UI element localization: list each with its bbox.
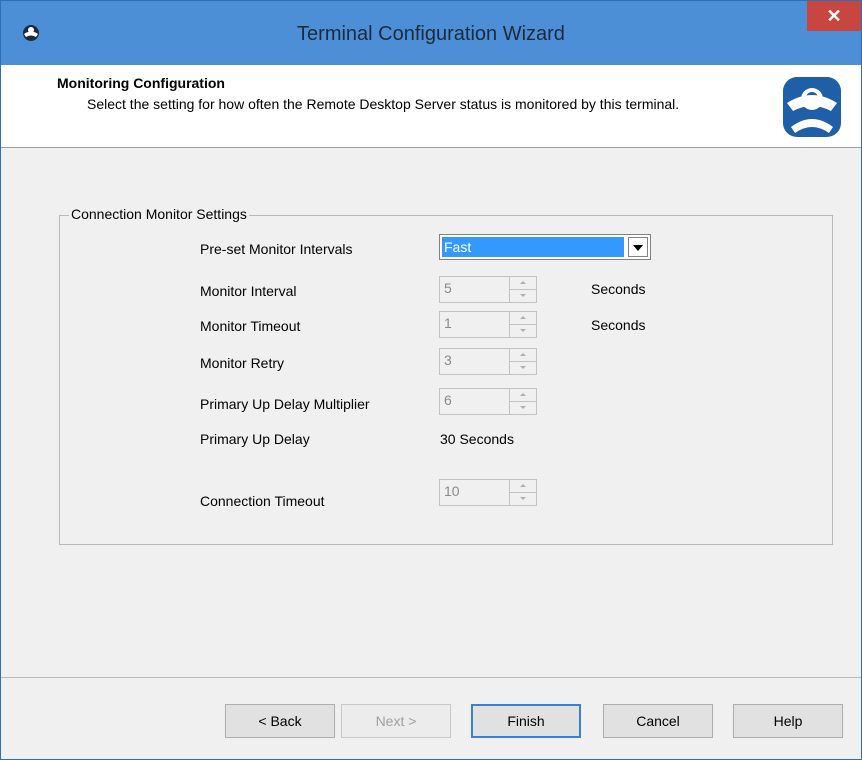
chevron-down-icon[interactable]	[628, 237, 648, 257]
monitor-retry-stepper[interactable]: 3	[439, 348, 537, 375]
spin-down-arrow-icon[interactable]	[510, 325, 536, 337]
preset-intervals-label: Pre-set Monitor Intervals	[200, 241, 353, 257]
monitor-retry-label: Monitor Retry	[200, 355, 285, 371]
primary-up-delay-multiplier-stepper[interactable]: 6	[439, 388, 537, 415]
title-bar[interactable]: Terminal Configuration Wizard ✕	[1, 1, 861, 65]
close-button[interactable]: ✕	[807, 1, 861, 31]
preset-intervals-dropdown[interactable]: Fast	[439, 234, 651, 260]
next-button[interactable]: Next >	[341, 704, 451, 738]
monitor-interval-unit: Seconds	[591, 281, 646, 297]
spin-down-arrow-icon[interactable]	[510, 402, 536, 414]
page-title: Monitoring Configuration	[57, 75, 225, 91]
thinmanager-logo-icon	[783, 77, 841, 137]
groupbox-legend: Connection Monitor Settings	[69, 206, 249, 222]
spin-up-arrow-icon[interactable]	[510, 349, 536, 362]
monitor-timeout-stepper[interactable]: 1	[439, 311, 537, 338]
spin-buttons	[509, 312, 536, 337]
monitor-timeout-unit: Seconds	[591, 317, 646, 333]
primary-up-delay-multiplier-value: 6	[444, 392, 452, 408]
cancel-button[interactable]: Cancel	[603, 704, 713, 738]
monitor-interval-label: Monitor Interval	[200, 283, 297, 299]
spin-down-arrow-icon[interactable]	[510, 362, 536, 374]
monitor-interval-stepper[interactable]: 5	[439, 276, 537, 303]
monitor-retry-value: 3	[444, 352, 452, 368]
help-button[interactable]: Help	[733, 704, 843, 738]
back-button[interactable]: < Back	[225, 704, 335, 738]
wizard-window: Terminal Configuration Wizard ✕ Monitori…	[0, 0, 862, 760]
spin-up-arrow-icon[interactable]	[510, 277, 536, 290]
spin-buttons	[509, 277, 536, 302]
spin-up-arrow-icon[interactable]	[510, 389, 536, 402]
monitor-timeout-label: Monitor Timeout	[200, 318, 301, 334]
primary-up-delay-multiplier-label: Primary Up Delay Multiplier	[200, 396, 370, 412]
spin-down-arrow-icon[interactable]	[510, 290, 536, 302]
finish-button[interactable]: Finish	[471, 704, 581, 738]
spin-buttons	[509, 349, 536, 374]
spin-up-arrow-icon[interactable]	[510, 480, 536, 493]
monitor-timeout-value: 1	[444, 315, 452, 331]
connection-timeout-value: 10	[444, 483, 460, 499]
primary-up-delay-label: Primary Up Delay	[200, 431, 310, 447]
connection-timeout-stepper[interactable]: 10	[439, 479, 537, 506]
spin-up-arrow-icon[interactable]	[510, 312, 536, 325]
footer-divider	[1, 677, 861, 678]
window-title: Terminal Configuration Wizard	[297, 23, 565, 45]
preset-intervals-value: Fast	[442, 237, 624, 257]
spin-buttons	[509, 389, 536, 414]
primary-up-delay-value: 30 Seconds	[440, 431, 514, 447]
connection-timeout-label: Connection Timeout	[200, 493, 325, 509]
spin-buttons	[509, 480, 536, 505]
spin-down-arrow-icon[interactable]	[510, 493, 536, 505]
monitor-interval-value: 5	[444, 280, 452, 296]
wizard-header: Monitoring Configuration Select the sett…	[1, 65, 861, 148]
page-description: Select the setting for how often the Rem…	[87, 96, 680, 112]
